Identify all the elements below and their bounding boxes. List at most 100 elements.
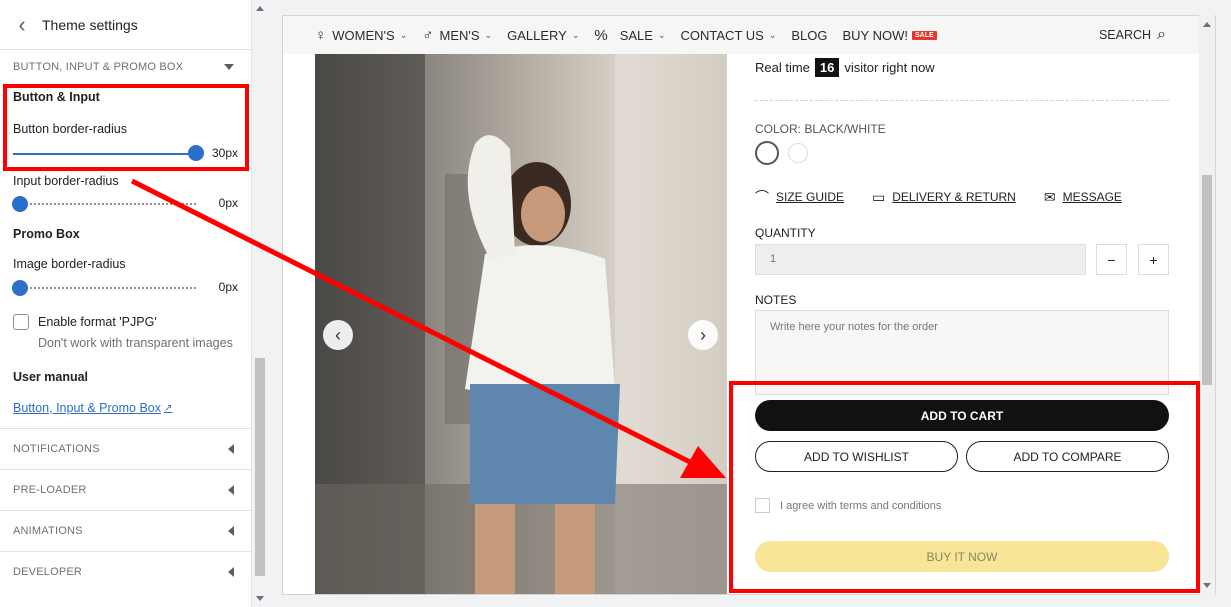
user-manual-heading: User manual (13, 370, 89, 384)
scroll-down-arrow-icon[interactable] (1203, 583, 1211, 588)
section-header-button-input-promo[interactable]: BUTTON, INPUT & PROMO BOX (0, 50, 251, 84)
caret-left-icon (228, 444, 234, 454)
product-image: ‹ › (315, 54, 727, 594)
add-to-wishlist-button[interactable]: ADD TO WISHLIST (755, 441, 958, 472)
sale-badge: SALE (912, 30, 937, 40)
pjpg-checkbox[interactable] (13, 314, 29, 330)
button-radius-track[interactable] (13, 144, 204, 161)
nav-gallery[interactable]: GALLERY ⌄ (507, 28, 579, 43)
button-radius-slider[interactable]: 30px (0, 142, 251, 164)
size-guide-link[interactable]: ⌒ SIZE GUIDE (755, 187, 844, 207)
theme-settings-sidebar: ‹ Theme settings BUTTON, INPUT & PROMO B… (0, 0, 252, 607)
store-preview-frame: ♀ WOMEN'S ⌄ ♂ MEN'S ⌄ GALLERY ⌄ % SALE ⌄… (282, 15, 1216, 595)
sidebar-header: ‹ Theme settings (0, 0, 251, 50)
realtime-visitors: Real time 16 visitor right now (755, 58, 935, 77)
sidebar-scrollbar[interactable] (252, 0, 268, 607)
quantity-label: QUANTITY (755, 226, 816, 240)
image-radius-label: Image border-radius (13, 257, 126, 271)
nav-search[interactable]: SEARCH ⌕ (1099, 16, 1166, 54)
divider (755, 100, 1169, 101)
size-guide-label: SIZE GUIDE (776, 190, 845, 204)
chevron-down-icon: ⌄ (571, 29, 580, 40)
pjpg-label: Enable format 'PJPG' (38, 315, 157, 329)
scroll-up-arrow-icon[interactable] (256, 6, 264, 11)
section-developer-label: DEVELOPER (13, 566, 83, 578)
nav-contact[interactable]: CONTACT US ⌄ (681, 28, 777, 43)
scroll-down-arrow-icon[interactable] (256, 596, 264, 601)
percent-icon: % (594, 26, 608, 44)
pjpg-checkbox-row[interactable]: Enable format 'PJPG' (0, 312, 251, 332)
section-notifications[interactable]: NOTIFICATIONS (0, 428, 251, 469)
sidebar-title: Theme settings (42, 16, 138, 33)
product-photo-illustration (315, 54, 727, 594)
nav-sale[interactable]: % SALE ⌄ (594, 27, 665, 44)
quantity-input[interactable]: 1 (755, 244, 1086, 275)
section-animations[interactable]: ANIMATIONS (0, 510, 251, 551)
envelope-icon: ✉ (1043, 188, 1056, 205)
section-pre-loader[interactable]: PRE-LOADER (0, 469, 251, 510)
buy-it-now-button[interactable]: BUY IT NOW (755, 541, 1169, 572)
caret-down-icon (224, 64, 234, 70)
input-radius-thumb[interactable] (12, 195, 28, 212)
quantity-minus-button[interactable]: − (1096, 244, 1127, 275)
back-arrow-icon[interactable]: ‹ (12, 12, 32, 37)
message-link[interactable]: ✉ MESSAGE (1044, 187, 1122, 207)
nav-womens[interactable]: ♀ WOMEN'S ⌄ (315, 27, 407, 44)
nav-blog[interactable]: BLOG (791, 28, 827, 43)
nav-contact-label: CONTACT US (680, 27, 764, 43)
add-to-cart-button[interactable]: ADD TO CART (755, 400, 1169, 431)
realtime-prefix: Real time (755, 60, 810, 75)
store-nav-bar: ♀ WOMEN'S ⌄ ♂ MEN'S ⌄ GALLERY ⌄ % SALE ⌄… (283, 16, 1215, 54)
input-radius-slider[interactable]: 0px (0, 192, 251, 214)
realtime-suffix: visitor right now (844, 60, 935, 75)
notes-textarea[interactable]: Write here your notes for the order (755, 310, 1169, 395)
button-radius-thumb[interactable] (188, 144, 204, 161)
chevron-down-icon: ⌄ (399, 29, 408, 40)
color-swatch-white[interactable] (788, 143, 808, 163)
user-manual-link-text[interactable]: Button, Input & Promo Box (13, 401, 161, 415)
image-radius-track[interactable] (12, 279, 196, 296)
notes-label: NOTES (755, 293, 797, 307)
delivery-return-link[interactable]: ▭ DELIVERY & RETURN (872, 187, 1016, 207)
image-radius-thumb[interactable] (12, 279, 28, 296)
image-next-button[interactable]: › (688, 320, 718, 350)
user-manual-link[interactable]: Button, Input & Promo Box ↗ (0, 401, 251, 415)
hanger-icon: ⌒ (755, 189, 769, 205)
pjpg-help-text: Don't work with transparent images (38, 336, 233, 350)
sidebar-scroll-thumb[interactable] (255, 358, 265, 576)
nav-mens-label: MEN'S (439, 27, 480, 43)
color-label: COLOR: BLACK/WHITE (755, 122, 886, 136)
quantity-plus-button[interactable]: + (1138, 244, 1169, 275)
woman-icon: ♀ (315, 26, 327, 44)
section-pre-loader-label: PRE-LOADER (13, 484, 87, 496)
preview-scroll-thumb[interactable] (1202, 175, 1212, 385)
message-label: MESSAGE (1062, 190, 1122, 204)
nav-buy-now[interactable]: BUY NOW! SALE (843, 28, 937, 43)
nav-mens[interactable]: ♂ MEN'S ⌄ (422, 27, 492, 44)
add-to-compare-button[interactable]: ADD TO COMPARE (966, 441, 1169, 472)
color-swatch-black-white[interactable] (755, 141, 779, 165)
image-radius-slider[interactable]: 0px (0, 276, 251, 298)
terms-label: I agree with terms and conditions (780, 499, 942, 512)
delivery-return-label: DELIVERY & RETURN (892, 190, 1016, 204)
input-radius-track[interactable] (12, 195, 196, 212)
chevron-down-icon: ⌄ (768, 29, 777, 40)
chevron-down-icon: ⌄ (657, 29, 666, 40)
section-notifications-label: NOTIFICATIONS (13, 443, 100, 455)
nav-blog-label: BLOG (791, 27, 828, 43)
caret-left-icon (228, 567, 234, 577)
theme-editor: ‹ Theme settings BUTTON, INPUT & PROMO B… (0, 0, 1231, 607)
image-prev-button[interactable]: ‹ (323, 320, 353, 350)
image-radius-value: 0px (218, 280, 238, 294)
terms-checkbox-row[interactable]: I agree with terms and conditions (755, 498, 941, 513)
preview-scrollbar[interactable] (1199, 15, 1215, 595)
caret-left-icon (228, 526, 234, 536)
product-links: ⌒ SIZE GUIDE ▭ DELIVERY & RETURN ✉ MESSA… (755, 187, 1150, 207)
button-input-heading: Button & Input (13, 90, 100, 104)
nav-womens-label: WOMEN'S (332, 27, 395, 43)
terms-checkbox[interactable] (755, 498, 770, 513)
button-radius-label: Button border-radius (13, 122, 127, 136)
scroll-up-arrow-icon[interactable] (1203, 22, 1211, 27)
section-developer[interactable]: DEVELOPER (0, 551, 251, 592)
input-radius-label: Input border-radius (13, 174, 119, 188)
